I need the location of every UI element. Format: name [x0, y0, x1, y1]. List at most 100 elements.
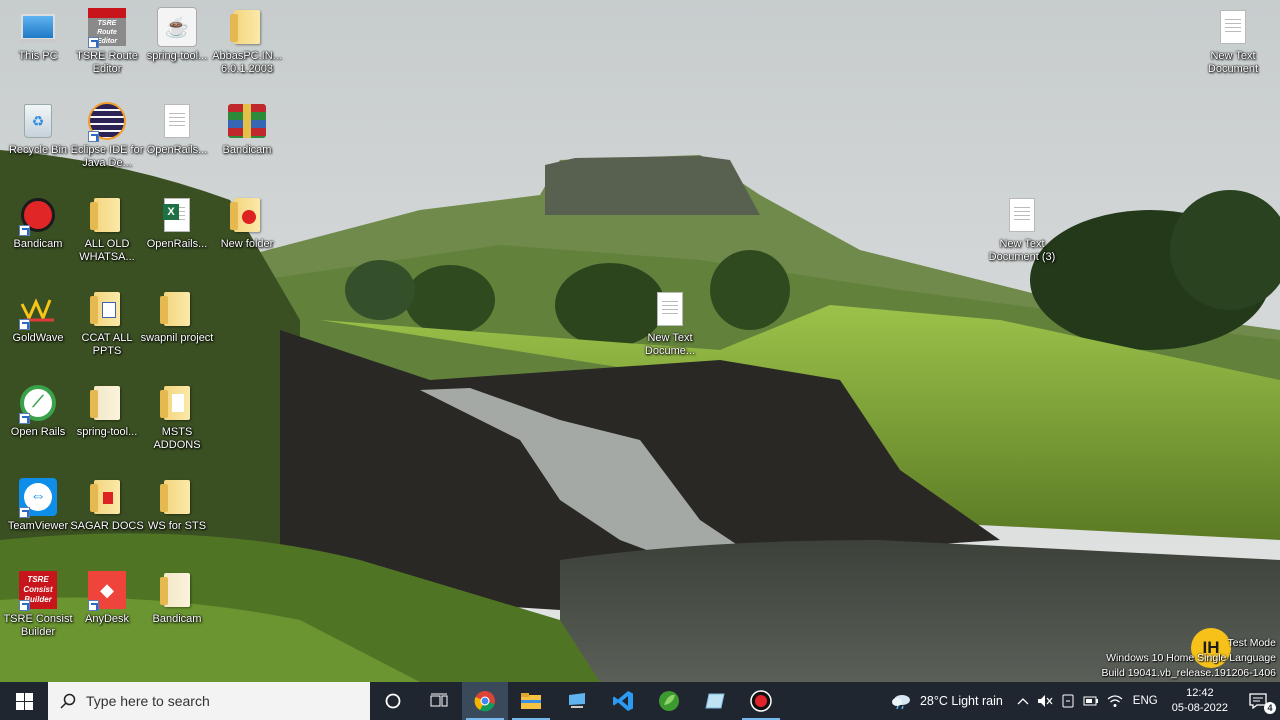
icon-label: Bandicam [152, 613, 202, 625]
remote-desktop-icon [569, 693, 585, 708]
spring-tool-suite-shortcut[interactable]: ☕ spring-tool... [142, 6, 212, 63]
system-tray: 28°C Light rain ENG 12:42 05-08-2022 4 [886, 682, 1280, 720]
folder-icon [156, 569, 198, 611]
show-hidden-icons-button[interactable] [1013, 682, 1033, 720]
icon-label: ALL OLD WHATSA... [79, 238, 135, 263]
icon-label: spring-tool... [76, 426, 138, 438]
cortana-icon [385, 693, 401, 709]
open-rails-icon: ⟋ [17, 382, 59, 424]
new-text-document-3[interactable]: New Text Document (3) [987, 194, 1057, 264]
open-rails-shortcut[interactable]: ⟋ Open Rails [3, 382, 73, 439]
this-pc-shortcut[interactable]: This PC [3, 6, 73, 63]
spring-tool-suite-taskbar-button[interactable] [646, 682, 692, 720]
device-icon [1062, 694, 1074, 708]
bandicam-shortcut[interactable]: Bandicam [3, 194, 73, 251]
meet-now-button[interactable] [1057, 682, 1079, 720]
icon-label: OpenRails... [146, 144, 208, 156]
battery-icon [1083, 696, 1098, 706]
shortcut-arrow-icon [19, 413, 30, 424]
folder-icon [86, 194, 128, 236]
test-mode-watermark: Test Mode Windows 10 Home Single Languag… [1101, 636, 1276, 681]
watermark-line-3: Build 19041.vb_release.191206-1406 [1101, 667, 1276, 679]
openrails-excel-file[interactable]: X OpenRails... [142, 194, 212, 251]
recycle-bin-icon: ♻ [17, 100, 59, 142]
weather-widget[interactable]: 28°C Light rain [886, 682, 1013, 720]
icon-label: New Text Document [1207, 50, 1259, 75]
teamviewer-shortcut[interactable]: ⇔ TeamViewer [3, 476, 73, 533]
ws-for-sts-folder[interactable]: WS for STS [142, 476, 212, 533]
icon-label: Bandicam [222, 144, 272, 156]
icon-label: SAGAR DOCS [70, 520, 144, 532]
excel-icon: X [156, 194, 198, 236]
tsre-consist-icon: TSRE Consist Builder [17, 569, 59, 611]
battery-button[interactable] [1079, 682, 1103, 720]
eclipse-ide-shortcut[interactable]: Eclipse IDE for Java De... [71, 100, 143, 170]
clock-time: 12:42 [1186, 687, 1214, 699]
abbaspc-folder[interactable]: AbbasPC.IN... 6.0.1.2003 [212, 6, 282, 76]
sagar-docs-folder[interactable]: SAGAR DOCS [70, 476, 144, 533]
chrome-icon [474, 691, 495, 712]
icon-label: TSRE Consist Builder [3, 613, 73, 638]
shortcut-arrow-icon [88, 37, 99, 48]
windows-logo-icon [15, 692, 33, 710]
remote-desktop-taskbar-button[interactable] [554, 682, 600, 720]
ccat-all-ppts-folder[interactable]: CCAT ALL PPTS [72, 288, 142, 358]
wifi-button[interactable] [1103, 682, 1127, 720]
shortcut-arrow-icon [19, 507, 30, 518]
teamviewer-icon: ⇔ [17, 476, 59, 518]
tsre-route-icon: TSRE Route Editor [86, 6, 128, 48]
taskbar-search-box[interactable] [48, 682, 370, 720]
all-old-whatsapp-folder[interactable]: ALL OLD WHATSA... [72, 194, 142, 264]
icon-label: Recycle Bin [8, 144, 68, 156]
anydesk-shortcut[interactable]: ◆ AnyDesk [72, 569, 142, 626]
file-explorer-taskbar-button[interactable] [508, 682, 554, 720]
notification-count-badge: 4 [1264, 702, 1276, 714]
new-text-document[interactable]: New Text Document [1198, 6, 1268, 76]
text-document-icon [156, 100, 198, 142]
openrails-text-file[interactable]: OpenRails... [142, 100, 212, 157]
shortcut-arrow-icon [19, 319, 30, 330]
watermark-line-1: Test Mode [1227, 637, 1276, 649]
recycle-bin[interactable]: ♻ Recycle Bin [3, 100, 73, 157]
shortcut-arrow-icon [19, 600, 30, 611]
spring-tool-folder[interactable]: spring-tool... [72, 382, 142, 439]
vscode-taskbar-button[interactable] [600, 682, 646, 720]
file-explorer-icon [521, 693, 541, 709]
icon-label: TeamViewer [7, 520, 69, 532]
clock[interactable]: 12:42 05-08-2022 [1164, 682, 1236, 720]
eclipse-icon [86, 100, 128, 142]
bandicam-folder[interactable]: Bandicam [142, 569, 212, 626]
folder-icon [86, 382, 128, 424]
icon-label: TSRE Route Editor [76, 50, 138, 75]
folder-icon [86, 288, 128, 330]
folder-icon [86, 476, 128, 518]
icon-label: New Text Document (3) [988, 238, 1056, 263]
new-text-document-center[interactable]: New Text Docume... [635, 288, 705, 358]
chevron-up-icon [1017, 698, 1029, 705]
notepad-taskbar-button[interactable] [692, 682, 738, 720]
search-input[interactable] [84, 692, 348, 710]
text-document-icon [1001, 194, 1043, 236]
start-button[interactable] [0, 682, 48, 720]
watermark-line-2: Windows 10 Home Single Language [1106, 652, 1276, 664]
search-icon [60, 693, 76, 709]
task-view-button[interactable] [416, 682, 462, 720]
bandicam-archive[interactable]: Bandicam [212, 100, 282, 157]
goldwave-shortcut[interactable]: GoldWave [3, 288, 73, 345]
msts-addons-folder[interactable]: MSTS ADDONS [142, 382, 212, 452]
tsre-route-editor-shortcut[interactable]: TSRE Route Editor TSRE Route Editor [72, 6, 142, 76]
excel-badge: X [163, 204, 179, 220]
new-folder[interactable]: New folder [212, 194, 282, 251]
swapnil-project-folder[interactable]: swapnil project [141, 288, 213, 345]
chrome-taskbar-button[interactable] [462, 682, 508, 720]
volume-button[interactable] [1033, 682, 1057, 720]
shortcut-arrow-icon [88, 600, 99, 611]
notification-center-button[interactable]: 4 [1236, 682, 1280, 720]
icon-label: AbbasPC.IN... 6.0.1.2003 [212, 50, 282, 75]
icon-label: Open Rails [10, 426, 66, 438]
cortana-button[interactable] [370, 682, 416, 720]
input-language-button[interactable]: ENG [1127, 682, 1164, 720]
folder-icon [226, 6, 268, 48]
tsre-consist-builder-shortcut[interactable]: TSRE Consist Builder TSRE Consist Builde… [3, 569, 73, 639]
recorder-taskbar-button[interactable] [738, 682, 784, 720]
